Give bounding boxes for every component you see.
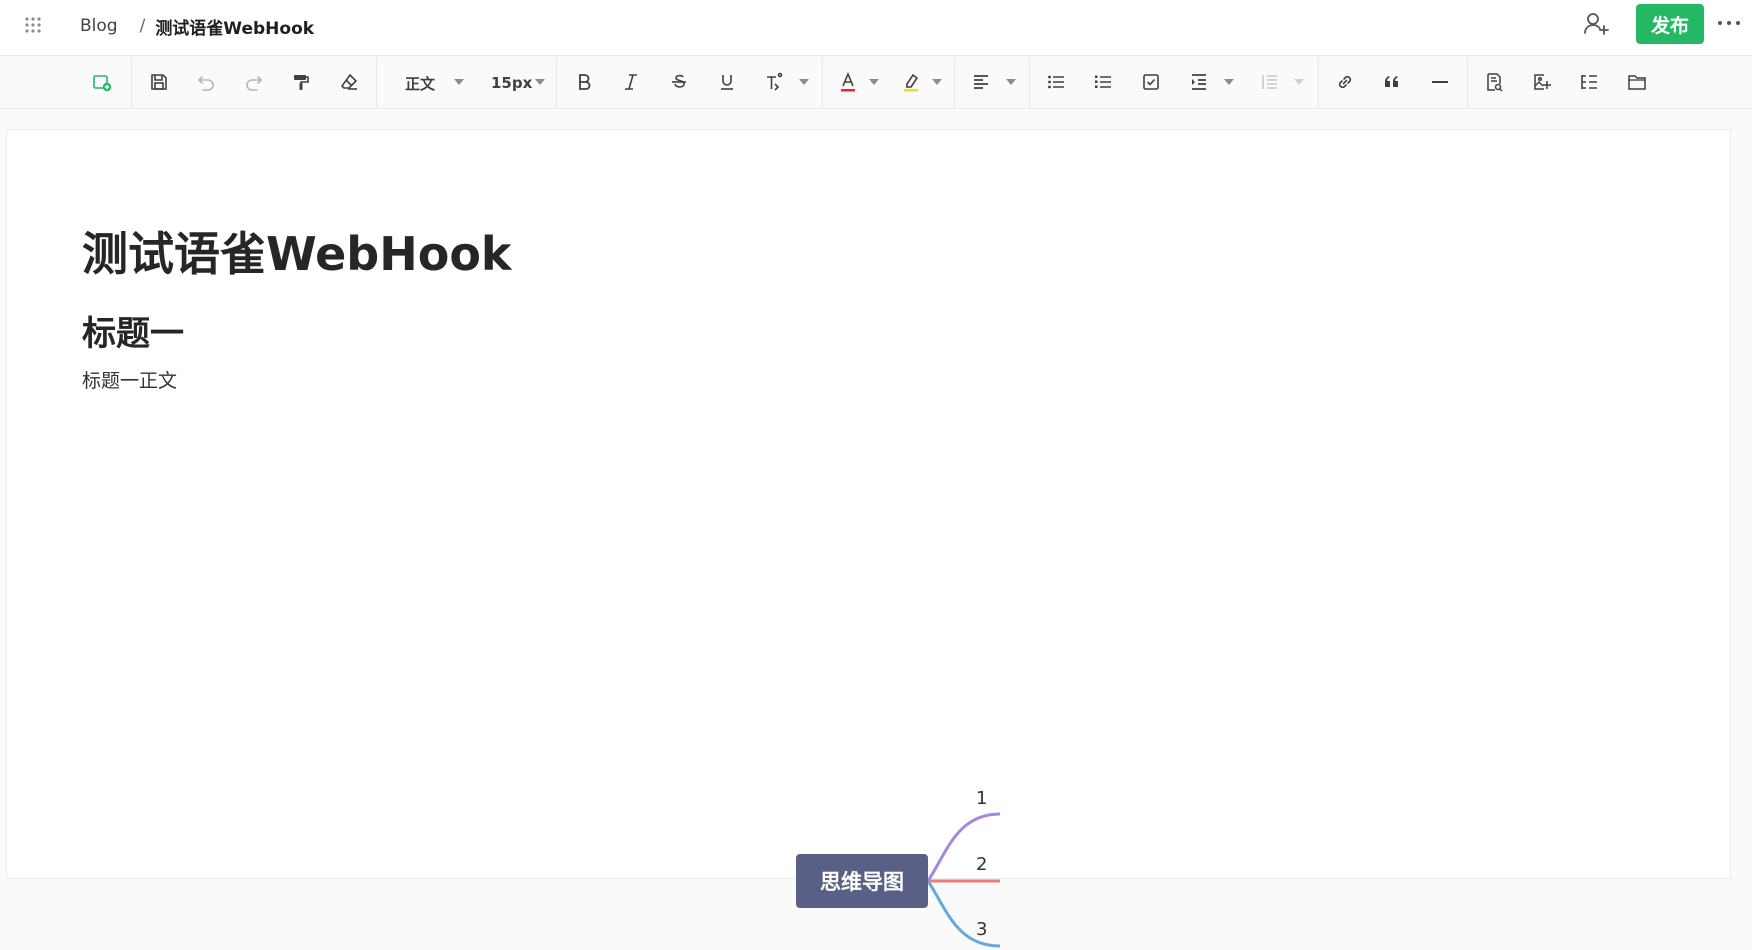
redo-icon[interactable] <box>242 70 266 94</box>
breadcrumb-separator: / <box>139 16 146 36</box>
paragraph-style-select[interactable]: 正文 <box>405 71 435 95</box>
font-color-icon[interactable] <box>836 70 860 94</box>
task-list-icon[interactable] <box>1139 70 1163 94</box>
mindmap-root-node[interactable]: 思维导图 <box>796 854 928 908</box>
toolbar-separator <box>954 57 955 108</box>
ordered-list-icon[interactable] <box>1091 70 1115 94</box>
toolbar-separator <box>131 57 132 108</box>
line-height-caret-icon[interactable] <box>1294 79 1304 85</box>
paragraph-style-caret-icon[interactable] <box>454 79 464 85</box>
divider-icon[interactable] <box>1428 70 1452 94</box>
heading-1[interactable]: 标题一 <box>82 306 184 355</box>
outline-icon[interactable] <box>1577 70 1601 94</box>
format-painter-icon[interactable] <box>289 70 313 94</box>
highlight-icon[interactable] <box>899 70 923 94</box>
italic-icon[interactable] <box>619 70 643 94</box>
mindmap-branch-3 <box>926 880 1001 948</box>
font-color-caret-icon[interactable] <box>869 79 879 85</box>
insert-card-icon[interactable] <box>90 70 114 94</box>
indent-icon[interactable] <box>1187 70 1211 94</box>
highlight-caret-icon[interactable] <box>932 79 942 85</box>
paragraph[interactable]: 标题一正文 <box>82 366 177 393</box>
mindmap-node-2[interactable]: 2 <box>976 854 987 875</box>
top-header: Blog / 测试语雀WebHook 发布 <box>0 0 1752 56</box>
more-icon[interactable] <box>1716 16 1742 30</box>
toolbar-separator <box>1467 57 1468 108</box>
clear-format-icon[interactable] <box>337 70 361 94</box>
editor-toolbar: 正文 15px <box>0 57 1752 109</box>
undo-icon[interactable] <box>194 70 218 94</box>
mindmap-node-3[interactable]: 3 <box>976 919 987 940</box>
toolbar-separator <box>1318 57 1319 108</box>
link-icon[interactable] <box>1333 70 1357 94</box>
mindmap-card[interactable]: 思维导图 1 2 3 <box>787 770 1027 950</box>
document-icon[interactable] <box>1482 70 1506 94</box>
breadcrumb: Blog / 测试语雀WebHook <box>80 14 315 39</box>
breadcrumb-current-doc: 测试语雀WebHook <box>155 18 315 39</box>
image-icon[interactable] <box>1530 70 1554 94</box>
mindmap-node-1[interactable]: 1 <box>976 788 987 809</box>
document-editor[interactable]: 测试语雀WebHook 标题一 标题一正文 思维导图 1 2 3 <box>6 129 1731 948</box>
align-icon[interactable] <box>969 70 993 94</box>
save-icon[interactable] <box>147 70 171 94</box>
bullet-list-icon[interactable] <box>1044 70 1068 94</box>
superscript-icon[interactable] <box>762 70 786 94</box>
indent-caret-icon[interactable] <box>1224 79 1234 85</box>
breadcrumb-book-link[interactable]: Blog <box>80 16 118 36</box>
underline-icon[interactable] <box>715 70 739 94</box>
font-size-caret-icon[interactable] <box>535 79 545 85</box>
add-collaborator-icon[interactable] <box>1582 10 1610 38</box>
publish-button[interactable]: 发布 <box>1636 4 1704 44</box>
bold-icon[interactable] <box>572 70 596 94</box>
toolbar-separator <box>822 57 823 108</box>
align-caret-icon[interactable] <box>1006 79 1016 85</box>
toolbar-separator <box>1029 57 1030 108</box>
toolbar-separator <box>376 57 377 108</box>
toolbar-separator <box>556 57 557 108</box>
folder-icon[interactable] <box>1625 70 1649 94</box>
superscript-caret-icon[interactable] <box>799 79 809 85</box>
line-height-icon[interactable] <box>1257 70 1281 94</box>
apps-grid-icon[interactable] <box>24 16 42 34</box>
mindmap-branch-1 <box>926 812 1001 882</box>
quote-icon[interactable] <box>1380 70 1404 94</box>
font-size-select[interactable]: 15px <box>491 71 532 95</box>
document-title[interactable]: 测试语雀WebHook <box>82 218 512 284</box>
strikethrough-icon[interactable] <box>667 70 691 94</box>
